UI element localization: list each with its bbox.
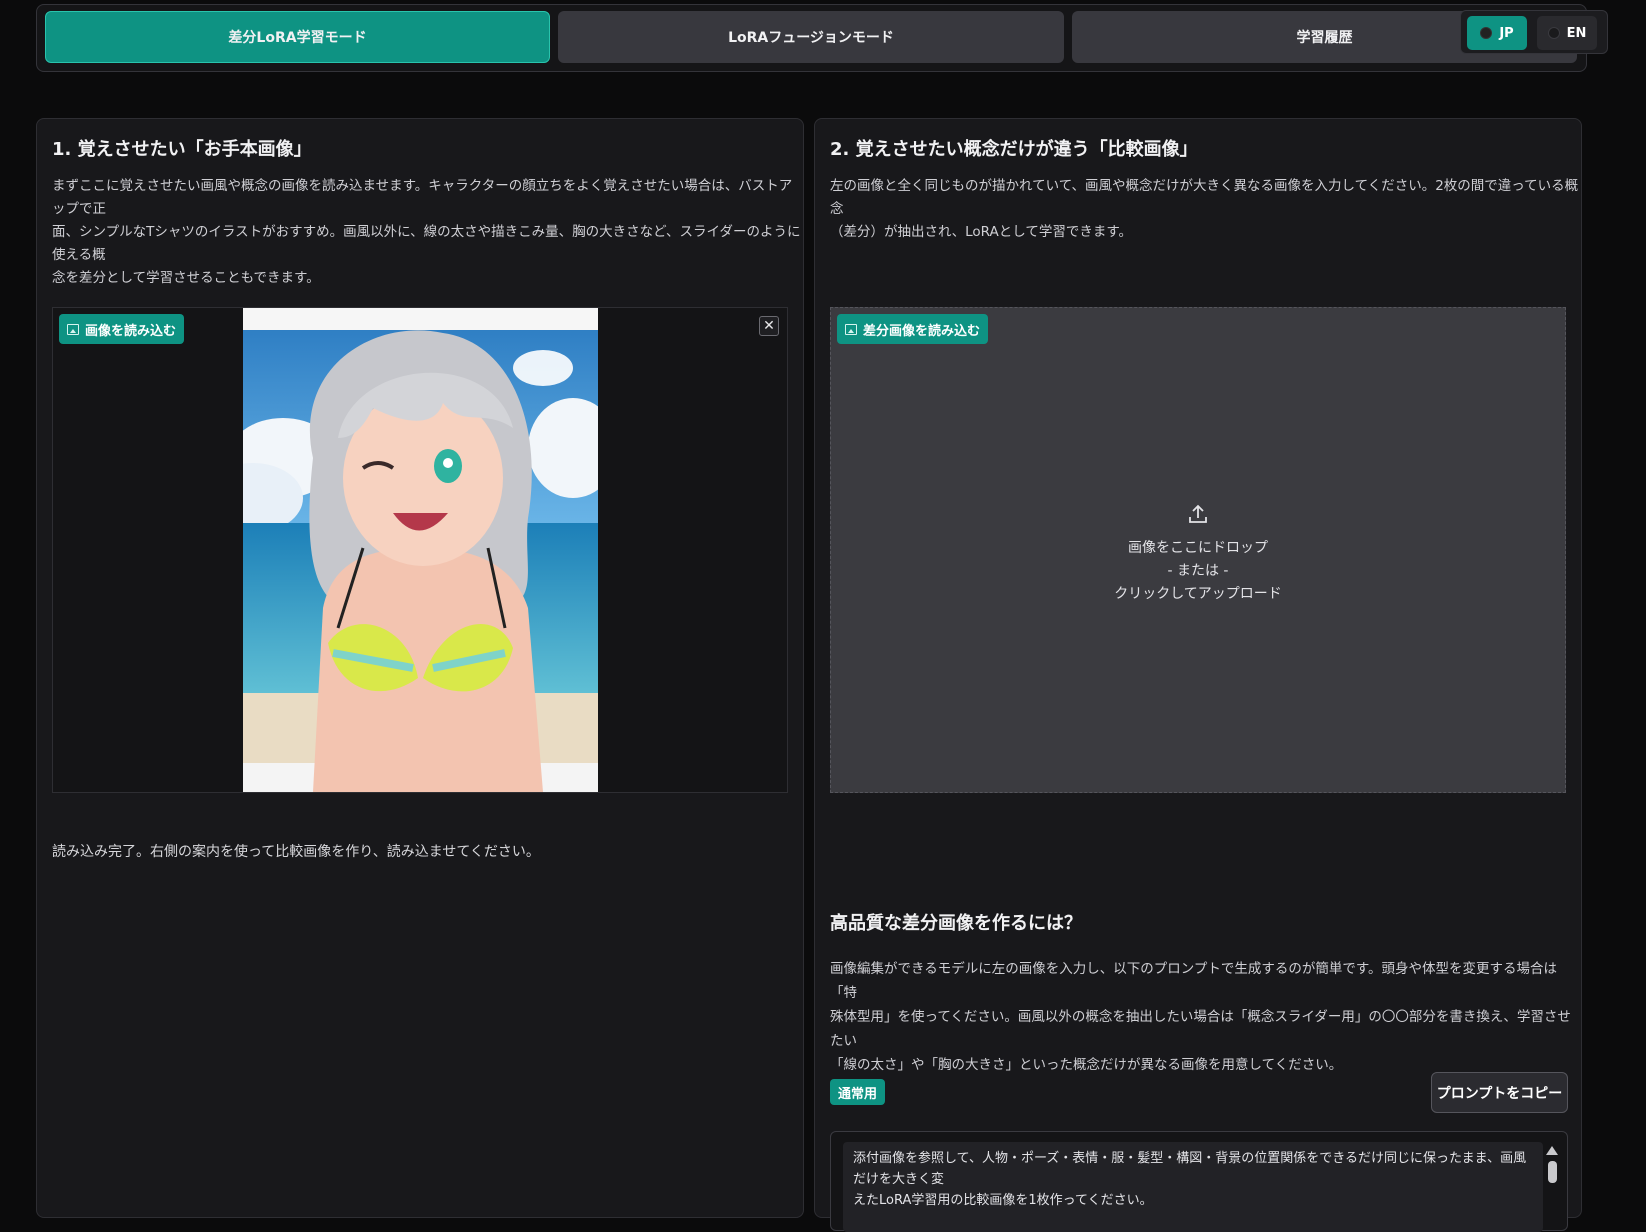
scroll-thumb[interactable] bbox=[1547, 1161, 1557, 1183]
description-line: 左の画像と全く同じものが描かれていて、画風や概念だけが大きく異なる画像を入力して… bbox=[830, 178, 1579, 217]
image-icon bbox=[67, 323, 79, 335]
dropzone-line: 画像をここにドロップ bbox=[1128, 540, 1268, 556]
dropzone-line: クリックしてアップロード bbox=[1114, 586, 1282, 602]
description-line: 面、シンプルなTシャツのイラストがおすすめ。画風以外に、線の太さや描きこみ量、胸… bbox=[52, 224, 801, 263]
description-line: まずここに覚えさせたい画風や概念の画像を読み込ませます。キャラクターの顔立ちをよ… bbox=[52, 178, 793, 217]
image-icon bbox=[845, 323, 857, 335]
dropzone-instructions: 画像をここにドロップ - または - クリックしてアップロード bbox=[831, 503, 1565, 606]
prompt-textarea[interactable]: 添付画像を参照して、人物・ポーズ・表情・服・髪型・構図・背景の位置関係をできるだ… bbox=[843, 1142, 1543, 1232]
scroll-up-icon[interactable] bbox=[1546, 1146, 1558, 1155]
close-icon[interactable]: ✕ bbox=[759, 316, 779, 336]
description-line: 殊体型用」を使ってください。画風以外の概念を抽出したい場合は「概念スライダー用」… bbox=[830, 1009, 1571, 1049]
mode-tab-bar: 差分LoRA学習モード LoRAフュージョンモード 学習履歴 bbox=[36, 4, 1587, 72]
reference-image-preview bbox=[243, 308, 598, 792]
section-description: 画像編集ができるモデルに左の画像を入力し、以下のプロンプトで生成するのが簡単です… bbox=[830, 957, 1581, 1077]
prompt-line: えたLoRA学習用の比較画像を1枚作ってください。 bbox=[853, 1193, 1153, 1208]
description-line: （差分）が抽出され、LoRAとして学習できます。 bbox=[830, 224, 1132, 240]
section-title: 高品質な差分画像を作るには？ bbox=[830, 913, 1082, 934]
status-message: 読み込み完了。右側の案内を使って比較画像を作り、読み込ませてください。 bbox=[52, 844, 540, 860]
description-line: 念を差分として学習させることもできます。 bbox=[52, 270, 320, 286]
tab-lora-fusion[interactable]: LoRAフュージョンモード bbox=[558, 11, 1064, 63]
comparison-image-panel: 2. 覚えさせたい概念だけが違う「比較画像」 左の画像と全く同じものが描かれてい… bbox=[814, 118, 1582, 1232]
description-line: 画像編集ができるモデルに左の画像を入力し、以下のプロンプトで生成するのが簡単です… bbox=[830, 961, 1557, 1001]
language-en-button[interactable]: EN bbox=[1537, 16, 1597, 50]
tab-label: LoRAフュージョンモード bbox=[728, 30, 894, 46]
panel-title: 2. 覚えさせたい概念だけが違う「比較画像」 bbox=[830, 139, 1198, 160]
tab-label: 学習履歴 bbox=[1296, 30, 1353, 46]
panel-description: 左の画像と全く同じものが描かれていて、画風や概念だけが大きく異なる画像を入力して… bbox=[830, 175, 1581, 244]
upload-image-chip[interactable]: 画像を読み込む bbox=[59, 314, 185, 344]
prompt-type-badge: 通常用 bbox=[830, 1079, 886, 1105]
panel-title: 1. 覚えさせたい「お手本画像」 bbox=[52, 139, 312, 160]
copy-prompt-button[interactable]: プロンプトをコピー bbox=[1431, 1072, 1568, 1113]
upload-diff-image-label: 差分画像を読み込む bbox=[863, 323, 981, 339]
upload-image-label: 画像を読み込む bbox=[85, 323, 177, 339]
prompt-line: 添付画像を参照して、人物・ポーズ・表情・服・髪型・構図・背景の位置関係をできるだ… bbox=[853, 1151, 1527, 1187]
reference-image-upload[interactable]: 画像を読み込む ✕ bbox=[52, 307, 788, 793]
comparison-image-dropzone[interactable]: 差分画像を読み込む 画像をここにドロップ - または - クリックしてアップロー… bbox=[830, 307, 1566, 793]
reference-image-panel: 1. 覚えさせたい「お手本画像」 まずここに覚えさせたい画風や概念の画像を読み込… bbox=[36, 118, 804, 1218]
upload-icon bbox=[1189, 504, 1207, 523]
language-en-label: EN bbox=[1566, 25, 1587, 41]
upload-diff-image-chip[interactable]: 差分画像を読み込む bbox=[837, 314, 989, 344]
anime-beach-illustration bbox=[243, 308, 598, 792]
tab-label: 差分LoRA学習モード bbox=[228, 30, 367, 46]
panel-description: まずここに覚えさせたい画風や概念の画像を読み込ませます。キャラクターの顔立ちをよ… bbox=[52, 175, 803, 290]
dropzone-line: - または - bbox=[1167, 563, 1229, 579]
radio-selected-icon bbox=[1480, 27, 1493, 39]
language-jp-label: JP bbox=[1499, 25, 1514, 41]
prompt-textarea-container: 添付画像を参照して、人物・ポーズ・表情・服・髪型・構図・背景の位置関係をできるだ… bbox=[830, 1131, 1568, 1232]
radio-unselected-icon bbox=[1547, 27, 1560, 39]
language-toggle: JP EN bbox=[1460, 10, 1608, 54]
tab-diff-lora-training[interactable]: 差分LoRA学習モード bbox=[45, 11, 550, 63]
language-jp-button[interactable]: JP bbox=[1467, 16, 1527, 50]
